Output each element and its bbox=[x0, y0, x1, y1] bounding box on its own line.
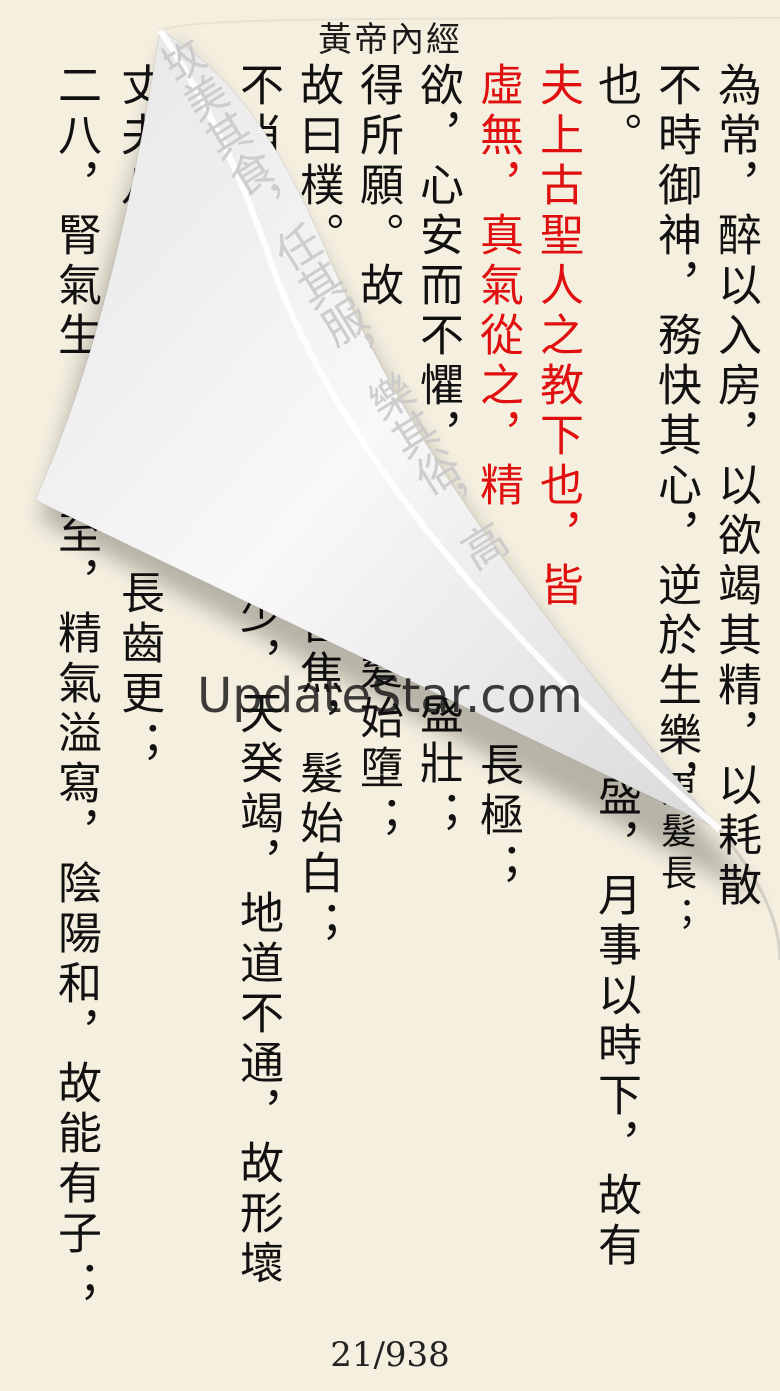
page-indicator: 21/938 bbox=[330, 1335, 450, 1375]
text-column-3: 也。 bbox=[590, 62, 641, 162]
text-fragment-8: 長齒更； bbox=[113, 570, 164, 770]
text-column-8: 故曰樸。 bbox=[292, 62, 343, 262]
text-fragment-3: 長極； bbox=[472, 742, 523, 892]
text-column-1: 為常，醉以入房，以欲竭其精，以耗散 bbox=[710, 62, 761, 912]
text-fragment-9: 至，精氣溢寫，陰陽和，故能有子； bbox=[50, 510, 101, 1310]
text-column-7: 得所願。故 bbox=[352, 62, 403, 312]
text-fragment-4: 盛壯； bbox=[412, 690, 463, 840]
reader-page[interactable]: 黃帝內經 為常，醉以入房，以欲竭其精，以耗散 不時御神，務快其心，逆於生樂， 也… bbox=[0, 0, 780, 1387]
text-column-4: 夫上古聖人之教下也，皆 bbox=[532, 62, 583, 612]
text-fragment-6: 皆焦，髮始白； bbox=[292, 600, 343, 950]
text-column-5: 虛無，真氣從之，精 bbox=[472, 62, 523, 512]
text-fragment-2: 更髮長； bbox=[655, 770, 696, 938]
text-column-9: 不肖 bbox=[232, 62, 283, 162]
text-column-10: 丈夫八歲 bbox=[113, 62, 164, 262]
book-title: 黃帝內經 bbox=[318, 20, 462, 60]
text-fragment-1: 盛，月事以時下，故有 bbox=[590, 772, 641, 1272]
text-fragment-5: 髮始墮； bbox=[352, 645, 403, 845]
text-column-2: 不時御神，務快其心，逆於生樂， bbox=[650, 62, 701, 812]
text-column-11: 二八，腎氣生， bbox=[50, 62, 101, 412]
text-fragment-7: 少，天癸竭，地道不通，故形壞 bbox=[232, 590, 283, 1290]
text-column-6: 欲，心安而不懼， bbox=[412, 62, 463, 462]
